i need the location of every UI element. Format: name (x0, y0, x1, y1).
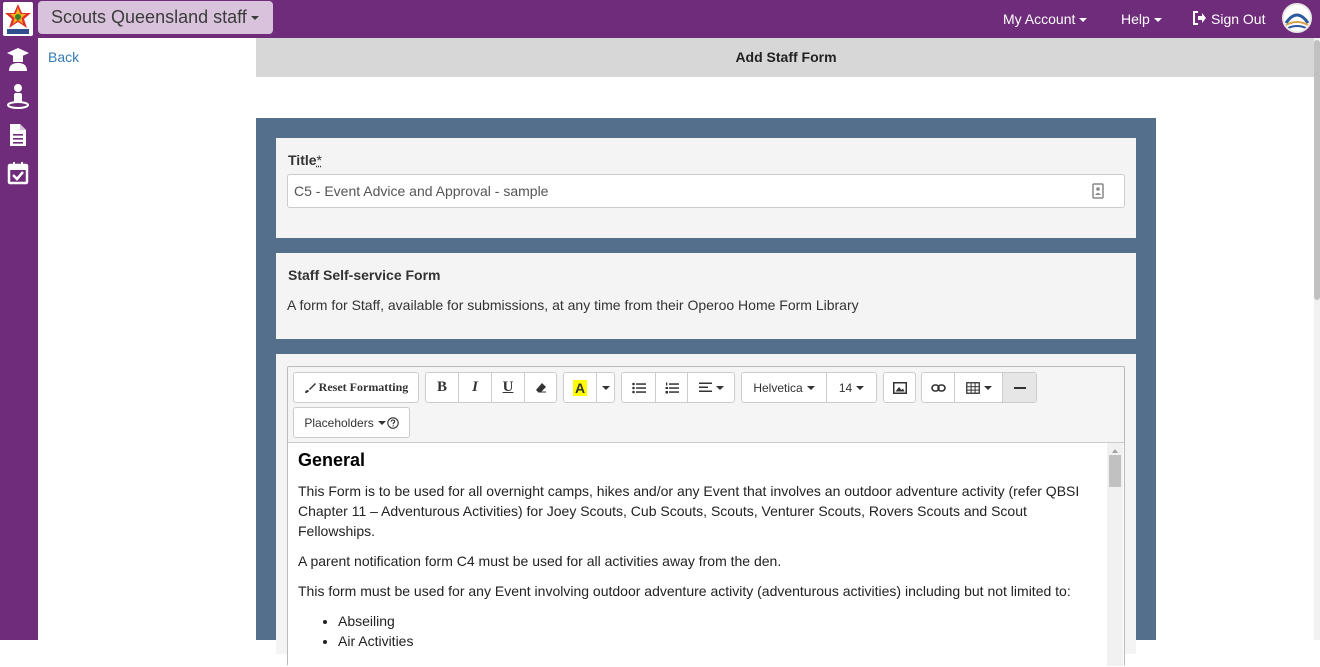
underline-label: U (502, 379, 514, 395)
numbered-list-button[interactable] (656, 373, 688, 402)
scouts-logo-icon[interactable] (3, 2, 33, 36)
reset-formatting-button[interactable]: Reset Formatting (294, 373, 418, 402)
sign-out-icon (1192, 1, 1207, 39)
insert-table-dropdown[interactable] (955, 373, 1003, 402)
font-group: Helvetica 14 (741, 372, 877, 403)
highlight-label: A (572, 379, 588, 396)
placeholders-label: Placeholders (304, 415, 374, 430)
brush-icon (304, 382, 316, 393)
editor-paragraph: A parent notification form C4 must be us… (298, 553, 782, 569)
reset-formatting-label: Reset Formatting (318, 380, 409, 394)
chevron-down-icon (250, 16, 259, 21)
title-label-text: Title (288, 152, 317, 168)
font-size-dropdown[interactable]: 14 (827, 373, 876, 402)
chevron-down-icon (856, 385, 865, 390)
page-title: Add Staff Form (256, 38, 1316, 77)
account-avatar[interactable] (1282, 3, 1312, 33)
editor-paragraph: This form must be used for any Event inv… (298, 583, 1071, 599)
form-type-description: A form for Staff, available for submissi… (287, 297, 859, 313)
chevron-down-icon (806, 385, 815, 390)
highlight-color-button[interactable]: A (564, 373, 597, 402)
italic-label: I (472, 379, 478, 395)
numbered-list-icon (665, 382, 679, 393)
horizontal-rule-icon (1013, 386, 1026, 389)
insert-link-button[interactable] (922, 373, 955, 402)
side-rail (0, 38, 38, 640)
bullet-list-button[interactable] (622, 373, 656, 402)
form-panel: Title* Staff Self-service Form A form fo… (256, 118, 1156, 667)
chevron-down-icon (1153, 18, 1162, 23)
horizontal-rule-button[interactable] (1003, 373, 1036, 402)
help-menu[interactable]: Help (1121, 0, 1162, 38)
back-link[interactable]: Back (48, 49, 79, 65)
editor-scrollbar-thumb[interactable] (1109, 455, 1121, 487)
my-account-label: My Account (1003, 11, 1076, 27)
table-icon (965, 381, 980, 394)
reset-group: Reset Formatting (293, 372, 419, 403)
top-navbar: Scouts Queensland staff My Account Help … (0, 0, 1320, 38)
highlight-group: A (563, 372, 615, 403)
title-card: Title* (276, 138, 1136, 238)
paragraph-group (621, 372, 735, 403)
document-icon[interactable] (6, 122, 30, 148)
graduate-icon[interactable] (6, 46, 30, 72)
my-account-menu[interactable]: My Account (1003, 0, 1088, 38)
contact-card-icon (1091, 183, 1105, 202)
insert-image-button[interactable] (884, 373, 915, 402)
eraser-icon (535, 382, 546, 392)
editor-content-area[interactable]: General This Form is to be used for all … (288, 442, 1124, 667)
bold-button[interactable]: B (426, 373, 459, 402)
link-icon (930, 383, 946, 392)
org-name: Scouts Queensland staff (51, 7, 247, 27)
highlight-color-dropdown[interactable] (597, 373, 614, 402)
align-left-icon (698, 382, 712, 392)
editor-card: Reset Formatting B I U A Helvetica 14 Pl… (276, 354, 1136, 667)
rich-text-editor: Reset Formatting B I U A Helvetica 14 Pl… (287, 366, 1125, 667)
editor-heading: General (298, 450, 366, 470)
activity-list: Abseiling Air Activities (298, 611, 1114, 651)
bullet-list-icon (631, 382, 646, 393)
sign-out-link[interactable]: Sign Out (1192, 0, 1265, 38)
chevron-down-icon (715, 385, 724, 390)
chevron-down-icon (1079, 18, 1088, 23)
font-family-value: Helvetica (753, 380, 803, 395)
org-switcher-button[interactable]: Scouts Queensland staff (38, 1, 273, 34)
list-item: Abseiling (338, 611, 1114, 631)
form-type-heading: Staff Self-service Form (288, 267, 441, 283)
help-label: Help (1121, 11, 1150, 27)
title-label: Title* (288, 152, 322, 168)
align-dropdown-button[interactable] (688, 373, 734, 402)
underline-button[interactable]: U (492, 373, 525, 402)
placeholders-dropdown[interactable]: Placeholders (294, 408, 409, 437)
font-family-dropdown[interactable]: Helvetica (742, 373, 827, 402)
font-size-value: 14 (838, 380, 853, 395)
image-icon (892, 381, 907, 394)
editor-paragraph: This Form is to be used for all overnigh… (298, 483, 1080, 539)
page-scrollbar-thumb[interactable] (1314, 40, 1320, 300)
chevron-down-icon (601, 385, 610, 390)
bold-label: B (436, 379, 447, 395)
image-group (883, 372, 916, 403)
clear-format-button[interactable] (525, 373, 556, 402)
sign-out-label: Sign Out (1211, 11, 1266, 27)
list-item: Air Activities (338, 631, 1114, 651)
person-icon[interactable] (6, 83, 30, 109)
italic-button[interactable]: I (459, 373, 492, 402)
editor-scrollbar[interactable] (1107, 443, 1123, 666)
insert-group (921, 372, 1037, 403)
form-type-card: Staff Self-service Form A form for Staff… (276, 253, 1136, 339)
text-style-group: B I U (425, 372, 557, 403)
help-circle-icon (386, 416, 399, 429)
title-input[interactable] (287, 174, 1125, 208)
required-indicator: * (316, 152, 322, 168)
chevron-down-icon (377, 420, 386, 425)
calendar-check-icon[interactable] (6, 160, 30, 186)
placeholders-group: Placeholders (293, 407, 410, 438)
chevron-down-icon (983, 385, 992, 390)
